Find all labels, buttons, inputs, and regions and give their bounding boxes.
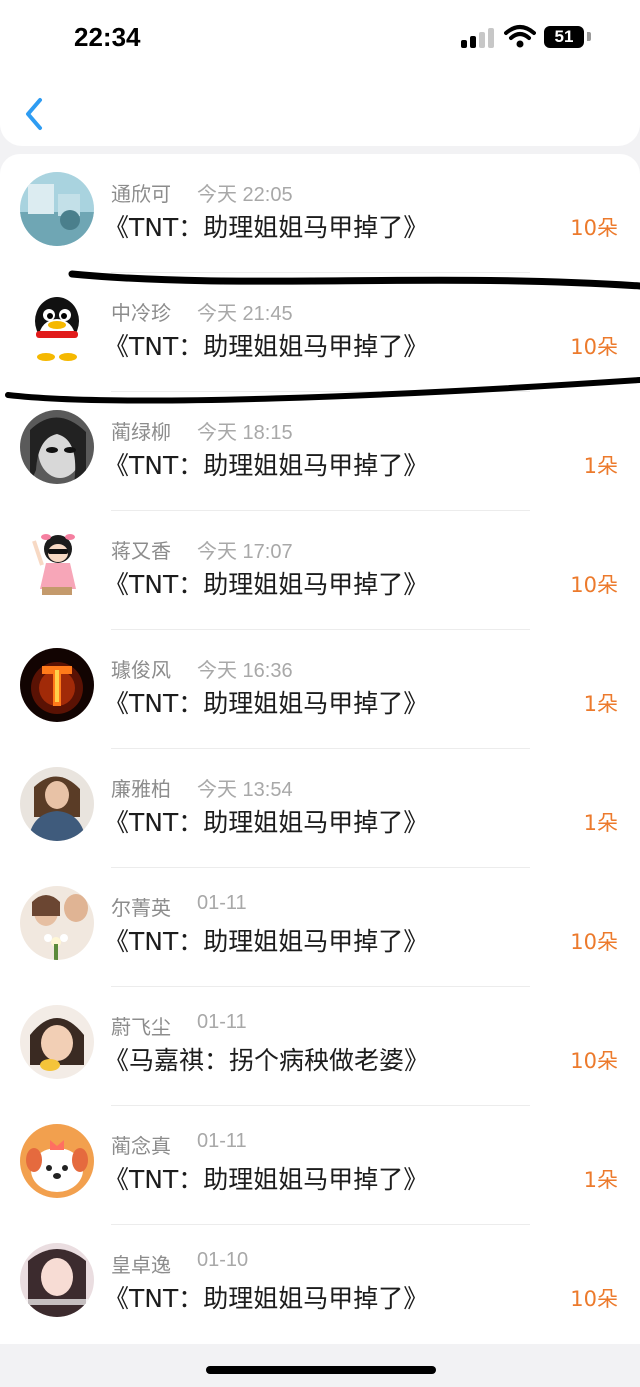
status-bar: 22:34 51 — [0, 0, 640, 80]
avatar — [20, 410, 94, 484]
signal-icon — [461, 28, 495, 48]
sender-name: 皇卓逸 — [111, 1253, 171, 1277]
battery-icon: 51 — [544, 26, 584, 48]
sender-name: 蒋又香 — [111, 539, 171, 563]
chevron-left-icon — [26, 98, 42, 130]
flower-count: 1朵 — [583, 454, 618, 478]
gift-list: 通欣可 今天 22:05 《TNT：助理姐姐马甲掉了》 10朵 中冷珍 今天 2… — [0, 154, 640, 1344]
avatar — [20, 1243, 94, 1317]
gift-time: 今天 16:36 — [197, 660, 293, 682]
book-title: 《TNT：助理姐姐马甲掉了》 — [104, 1165, 429, 1194]
avatar — [20, 886, 94, 960]
gift-time: 01-11 — [197, 1011, 247, 1033]
list-item[interactable]: 璩俊风 今天 16:36 《TNT：助理姐姐马甲掉了》 1朵 — [0, 630, 640, 749]
list-item[interactable]: 尔菁英 01-11 《TNT：助理姐姐马甲掉了》 10朵 — [0, 868, 640, 987]
home-indicator[interactable] — [206, 1366, 436, 1374]
status-time: 22:34 — [74, 22, 141, 52]
wifi-icon — [504, 24, 536, 50]
sender-name: 蔚飞尘 — [111, 1015, 171, 1039]
avatar — [20, 291, 94, 365]
list-item[interactable]: 蔺绿柳 今天 18:15 《TNT：助理姐姐马甲掉了》 1朵 — [0, 392, 640, 511]
sender-name: 尔菁英 — [111, 896, 171, 920]
battery-tip — [587, 32, 591, 41]
gift-time: 今天 21:45 — [197, 303, 293, 325]
list-item[interactable]: 蔺念真 01-11 《TNT：助理姐姐马甲掉了》 1朵 — [0, 1106, 640, 1225]
flower-count: 10朵 — [570, 930, 618, 954]
list-item[interactable]: 中冷珍 今天 21:45 《TNT：助理姐姐马甲掉了》 10朵 — [0, 273, 640, 392]
gift-time: 01-11 — [197, 892, 247, 914]
flower-count: 10朵 — [570, 216, 618, 240]
flower-count: 10朵 — [570, 335, 618, 359]
gift-time: 今天 17:07 — [197, 541, 293, 563]
flower-count: 10朵 — [570, 1287, 618, 1311]
sender-name: 蔺绿柳 — [111, 420, 171, 444]
flower-count: 1朵 — [583, 1168, 618, 1192]
avatar — [20, 1124, 94, 1198]
back-button[interactable] — [20, 94, 54, 134]
list-item[interactable]: 廉雅柏 今天 13:54 《TNT：助理姐姐马甲掉了》 1朵 — [0, 749, 640, 868]
sender-name: 通欣可 — [111, 182, 171, 206]
avatar — [20, 529, 94, 603]
avatar — [20, 172, 94, 246]
list-item[interactable]: 蔚飞尘 01-11 《马嘉祺：拐个病秧做老婆》 10朵 — [0, 987, 640, 1106]
avatar — [20, 767, 94, 841]
book-title: 《TNT：助理姐姐马甲掉了》 — [104, 213, 429, 242]
flower-count: 1朵 — [583, 811, 618, 835]
sender-name: 蔺念真 — [111, 1134, 171, 1158]
gift-time: 今天 22:05 — [197, 184, 293, 206]
book-title: 《TNT：助理姐姐马甲掉了》 — [104, 332, 429, 361]
sender-name: 廉雅柏 — [111, 777, 171, 801]
book-title: 《马嘉祺：拐个病秧做老婆》 — [104, 1046, 430, 1075]
sender-name: 中冷珍 — [111, 301, 171, 325]
list-item[interactable]: 蒋又香 今天 17:07 《TNT：助理姐姐马甲掉了》 10朵 — [0, 511, 640, 630]
list-item[interactable]: 皇卓逸 01-10 《TNT：助理姐姐马甲掉了》 10朵 — [0, 1225, 640, 1344]
flower-count: 10朵 — [570, 1049, 618, 1073]
book-title: 《TNT：助理姐姐马甲掉了》 — [104, 808, 429, 837]
gift-time: 01-10 — [197, 1249, 249, 1271]
book-title: 《TNT：助理姐姐马甲掉了》 — [104, 1284, 429, 1313]
gift-time: 01-11 — [197, 1130, 247, 1152]
book-title: 《TNT：助理姐姐马甲掉了》 — [104, 689, 429, 718]
gift-time: 今天 13:54 — [197, 779, 293, 801]
book-title: 《TNT：助理姐姐马甲掉了》 — [104, 570, 429, 599]
list-item[interactable]: 通欣可 今天 22:05 《TNT：助理姐姐马甲掉了》 10朵 — [0, 154, 640, 273]
avatar — [20, 1005, 94, 1079]
sender-name: 璩俊风 — [111, 658, 171, 682]
flower-count: 1朵 — [583, 692, 618, 716]
avatar — [20, 648, 94, 722]
gift-time: 今天 18:15 — [197, 422, 293, 444]
flower-count: 10朵 — [570, 573, 618, 597]
book-title: 《TNT：助理姐姐马甲掉了》 — [104, 927, 429, 956]
book-title: 《TNT：助理姐姐马甲掉了》 — [104, 451, 429, 480]
